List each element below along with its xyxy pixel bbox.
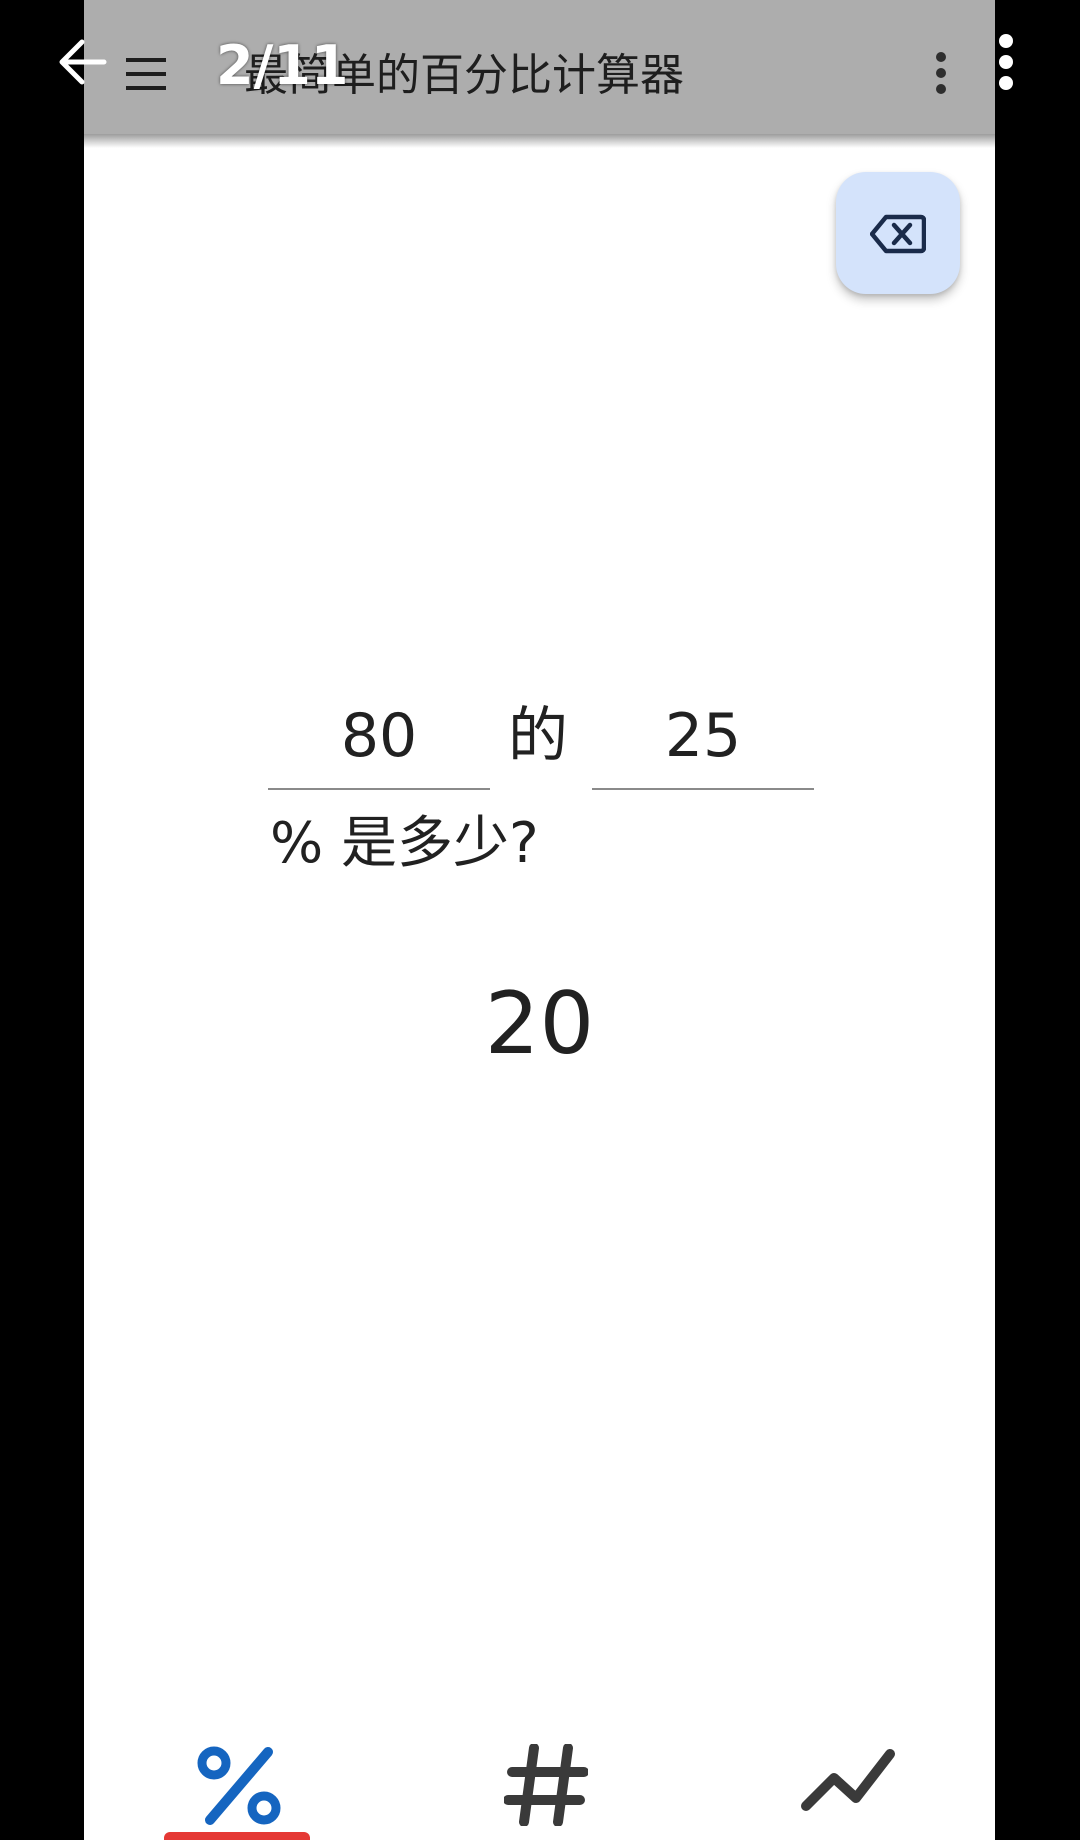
of-label: 的: [508, 701, 568, 771]
trending-icon: [801, 1749, 895, 1811]
backspace-icon: [870, 214, 926, 254]
selected-tab-indicator: [164, 1832, 310, 1840]
hash-icon: [504, 1744, 588, 1826]
result-value: 20: [484, 974, 595, 1074]
page-counter: 2/11: [216, 34, 349, 97]
hamburger-menu-icon[interactable]: [126, 58, 166, 90]
bottom-navigation: [84, 1720, 995, 1840]
more-vertical-icon[interactable]: [999, 34, 1013, 90]
more-vertical-icon[interactable]: [936, 52, 946, 94]
percent-value-input[interactable]: 25: [592, 698, 814, 790]
app-bar-shadow: [84, 134, 995, 148]
backspace-button[interactable]: [836, 172, 960, 294]
image-viewer: 最简单的百分比计算器 80 的 25 % 是多少? 20 2/11: [0, 0, 1080, 1840]
percent-icon: [197, 1746, 281, 1825]
app-screenshot: 最简单的百分比计算器 80 的 25 % 是多少? 20: [84, 0, 995, 1840]
tab-percent[interactable]: [160, 1720, 320, 1840]
tab-number[interactable]: [464, 1720, 624, 1840]
question-label: % 是多少?: [270, 811, 539, 876]
first-value-input[interactable]: 80: [268, 698, 490, 790]
tab-change[interactable]: [768, 1720, 928, 1840]
arrow-left-icon[interactable]: [56, 36, 108, 92]
